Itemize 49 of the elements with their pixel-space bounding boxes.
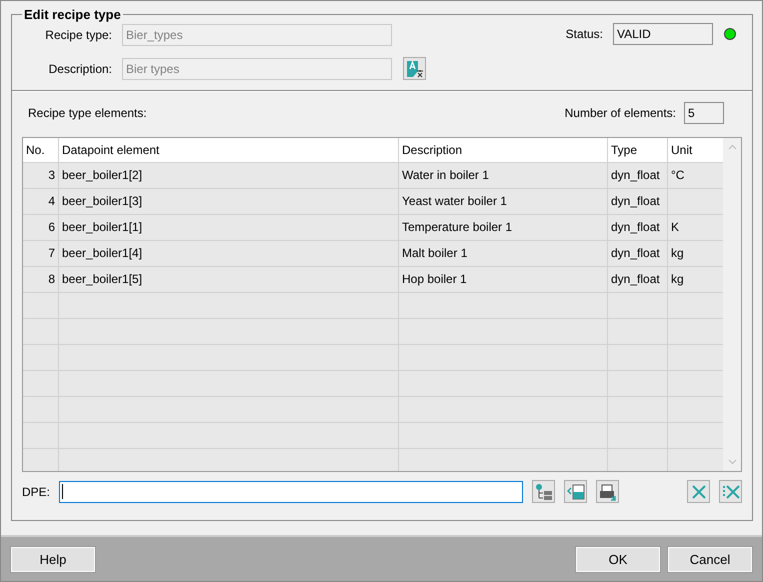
table-cell: Temperature boiler 1: [399, 215, 608, 240]
help-button[interactable]: Help: [11, 546, 95, 572]
delete-button[interactable]: [687, 480, 710, 503]
list-button[interactable]: [564, 480, 588, 503]
status-field: VALID: [613, 23, 713, 45]
list-icon: [566, 482, 585, 500]
table-cell: beer_boiler1[5]: [59, 267, 399, 292]
tree-icon: [534, 482, 553, 500]
group-title: Edit recipe type: [23, 7, 122, 22]
table-cell: 4: [23, 189, 59, 214]
translate-button[interactable]: [403, 57, 426, 80]
column-header[interactable]: Type: [608, 138, 668, 162]
delete-all-button[interactable]: [719, 480, 742, 503]
status-label: Status:: [566, 27, 603, 41]
table-cell: Water in boiler 1: [399, 163, 608, 188]
table-cell: beer_boiler1[1]: [59, 215, 399, 240]
field-label: Recipe type:: [44, 28, 112, 42]
cancel-button[interactable]: Cancel: [668, 546, 752, 572]
copy-button[interactable]: [596, 480, 620, 503]
table-cell: 8: [23, 267, 59, 292]
table-cell: beer_boiler1[4]: [59, 241, 399, 266]
table-cell: beer_boiler1[3]: [59, 189, 399, 214]
close-icon: [690, 484, 706, 500]
dpe-label: DPE:: [22, 484, 50, 498]
table-cell: 6: [23, 215, 59, 240]
delete-all-icon: [722, 484, 740, 500]
table-cell: Yeast water boiler 1: [399, 189, 608, 214]
table-cell: dyn_float: [608, 189, 668, 214]
tree-button[interactable]: [532, 480, 556, 503]
table-cell: beer_boiler1[2]: [59, 163, 399, 188]
table-cell: Hop boiler 1: [399, 267, 608, 292]
column-header[interactable]: Description: [399, 138, 608, 162]
table-cell: 7: [23, 241, 59, 266]
dpe-input-field[interactable]: [59, 480, 524, 502]
translate-icon: [406, 60, 424, 78]
section-label: Recipe type elements:: [28, 106, 147, 120]
count-field: 5: [684, 102, 724, 124]
table-cell: dyn_float: [608, 241, 668, 266]
table-cell: dyn_float: [608, 267, 668, 292]
field-label: Description:: [48, 62, 112, 76]
table-cell: 3: [23, 163, 59, 188]
table-cell: dyn_float: [608, 215, 668, 240]
column-header[interactable]: No.: [23, 138, 59, 162]
count-label: Number of elements:: [564, 106, 676, 120]
ok-button[interactable]: OK: [576, 546, 660, 572]
table-cell: dyn_float: [608, 163, 668, 188]
table-cell: Malt boiler 1: [399, 241, 608, 266]
copy-icon: [598, 482, 617, 500]
column-header[interactable]: Datapoint element: [59, 138, 399, 162]
